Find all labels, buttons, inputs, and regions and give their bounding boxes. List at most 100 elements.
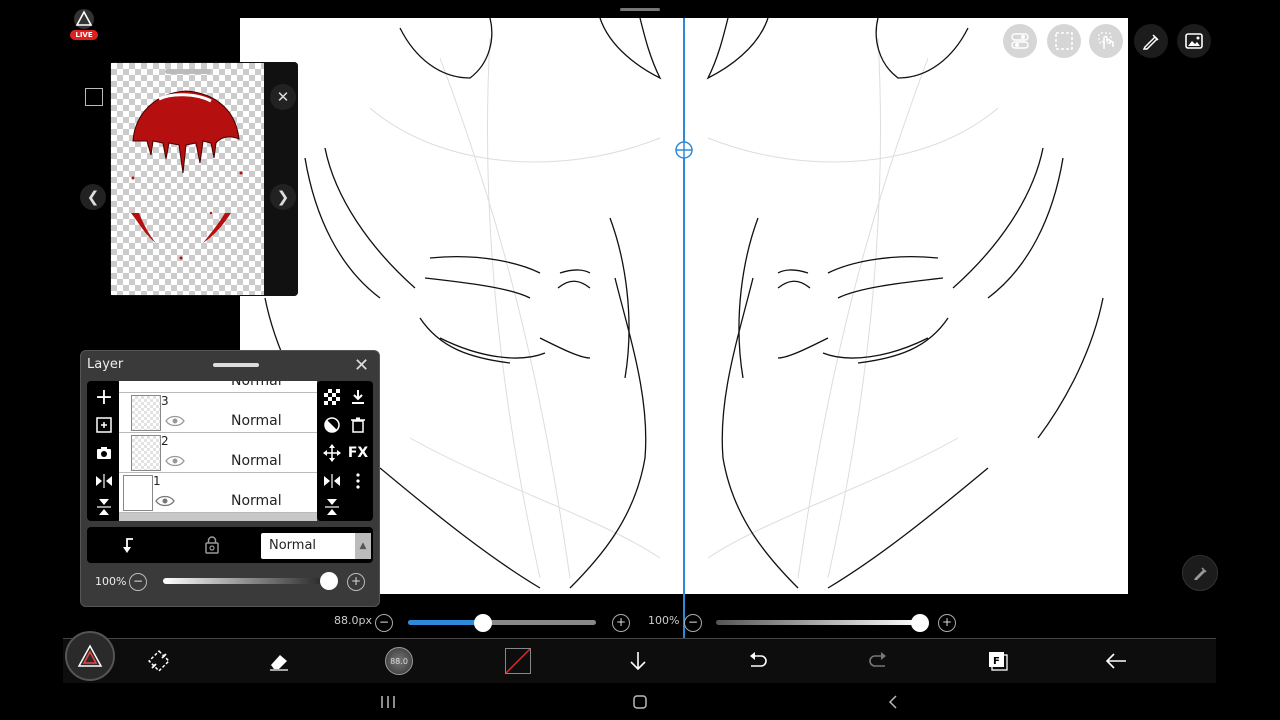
layer-more-button[interactable] [345, 468, 371, 494]
flip-vertical-icon [97, 499, 111, 515]
symmetry-guide-line[interactable] [683, 18, 685, 680]
layer-number: 2 [161, 434, 169, 448]
layer-list[interactable]: Normal 3 Normal 2 Normal 1 Normal [119, 381, 317, 521]
layer-thumbnail [123, 475, 153, 511]
layer-row-2[interactable]: 2 Normal [119, 433, 317, 473]
redo-button[interactable] [863, 639, 893, 683]
eraser-tool-button[interactable] [259, 639, 299, 683]
undo-button[interactable] [743, 639, 773, 683]
minus-icon: − [687, 615, 699, 629]
layer-opacity-slider[interactable] [163, 578, 329, 584]
brush-size-slider-thumb[interactable] [474, 614, 493, 632]
back-button[interactable] [1101, 639, 1131, 683]
undo-icon [750, 652, 767, 667]
layer-blend-mode: Normal [231, 453, 282, 469]
system-back-button[interactable] [886, 694, 902, 709]
hand-touch-icon [1098, 32, 1114, 49]
layer-panel-drag-handle[interactable] [213, 363, 259, 367]
marquee-select-icon [1055, 32, 1073, 50]
add-layer-options-button[interactable] [91, 412, 117, 438]
more-vertical-icon [356, 473, 360, 489]
brush-opacity-slider[interactable] [716, 620, 920, 625]
flip-horizontal-icon [96, 474, 112, 488]
brush-opacity-increase-button[interactable]: + [938, 614, 956, 632]
brush-preview-circle: 88.0 [385, 647, 413, 675]
image-icon [1185, 33, 1203, 49]
eye-icon [165, 415, 185, 427]
flip-vertical-icon [325, 499, 339, 515]
alpha-lock-button[interactable] [199, 532, 225, 558]
camera-icon [97, 447, 111, 459]
gallery-button[interactable] [1177, 24, 1211, 58]
flip-horizontal-button[interactable] [91, 468, 117, 494]
color-picker-button[interactable] [503, 639, 533, 683]
reference-close-button[interactable]: ✕ [270, 84, 296, 110]
brush-size-slider-fill [408, 620, 484, 625]
half-circle-icon [324, 417, 340, 433]
delete-layer-button[interactable] [345, 412, 371, 438]
brush-settings-button[interactable] [1134, 24, 1168, 58]
recent-apps-icon [381, 696, 395, 708]
transform-tool-button[interactable] [139, 639, 179, 683]
selection-button[interactable] [1047, 24, 1081, 58]
quick-pen-button[interactable] [1182, 555, 1218, 591]
move-layer-button[interactable] [319, 440, 345, 466]
app-logo-live[interactable]: LIVE [70, 8, 98, 42]
clip-to-below-button[interactable] [115, 532, 141, 558]
layer-add-icon [96, 417, 112, 433]
brush-size-decrease-button[interactable]: − [375, 614, 393, 632]
layer-row-1[interactable]: 1 Normal [119, 473, 317, 513]
layer-row-3[interactable]: 3 Normal [119, 393, 317, 433]
recent-apps-button[interactable] [378, 694, 398, 708]
layer-panel-close-button[interactable]: ✕ [354, 355, 369, 376]
layer-flip-vertical-button[interactable] [319, 494, 345, 520]
brush-opacity-decrease-button[interactable]: − [684, 614, 702, 632]
brush-opacity-slider-thumb[interactable] [911, 614, 929, 632]
main-menu-button[interactable] [65, 631, 115, 681]
blend-mode-select[interactable]: Normal ▲ [261, 533, 371, 559]
color-swatch [505, 648, 531, 674]
toggle-icon [1011, 33, 1029, 49]
symmetry-guide-handle[interactable] [675, 141, 693, 159]
blood-drip-artwork [131, 90, 243, 260]
brush-size-label: 88.0px [334, 614, 372, 627]
brush-size-indicator[interactable]: 88.0 [381, 639, 417, 683]
camera-layer-button[interactable] [91, 440, 117, 466]
blend-mode-value: Normal [269, 538, 317, 553]
filter-fx-button[interactable]: FX [345, 440, 371, 466]
import-down-button[interactable] [623, 639, 653, 683]
reference-toggle-checkbox[interactable] [85, 88, 103, 106]
layer-opacity-slider-thumb[interactable] [320, 572, 338, 590]
layer-flip-horizontal-button[interactable] [319, 468, 345, 494]
toggle-ui-button[interactable] [1003, 24, 1037, 58]
merge-down-button[interactable] [345, 384, 371, 410]
opacity-increase-button[interactable]: + [347, 573, 365, 591]
opacity-decrease-button[interactable]: − [129, 573, 147, 591]
flip-vertical-button[interactable] [91, 494, 117, 520]
chevron-left-icon: ❮ [86, 188, 100, 206]
plus-icon: + [350, 574, 362, 588]
move-arrows-icon [323, 444, 341, 462]
layer-opacity-row: 100% − + [87, 567, 373, 599]
clipping-button[interactable] [319, 412, 345, 438]
add-layer-button[interactable]: + [91, 384, 117, 410]
layer-row-partial[interactable]: Normal [119, 381, 317, 393]
layer-visibility-toggle[interactable] [165, 452, 185, 471]
eye-icon [155, 495, 175, 507]
close-icon: ✕ [354, 355, 370, 376]
reference-prev-button[interactable]: ❮ [80, 184, 106, 210]
close-icon: ✕ [276, 88, 290, 106]
transparency-lock-button[interactable] [319, 384, 345, 410]
layer-visibility-toggle[interactable] [165, 412, 185, 431]
layer-panel[interactable]: Layer ✕ + Normal 3 Normal 2 Normal 1 Nor… [80, 350, 380, 607]
arrow-down-icon [630, 652, 646, 671]
layer-panel-button[interactable]: F [983, 639, 1013, 683]
brush-size-increase-button[interactable]: + [612, 614, 630, 632]
top-drag-handle[interactable] [620, 8, 660, 11]
layer-opacity-label: 100% [95, 575, 127, 588]
reference-next-button[interactable]: ❯ [270, 184, 296, 210]
touch-gesture-button[interactable] [1089, 24, 1123, 58]
home-button[interactable] [632, 694, 648, 709]
layer-visibility-toggle[interactable] [155, 492, 175, 511]
brush-slider-row: 88.0px − + 100% − + [0, 608, 1280, 636]
